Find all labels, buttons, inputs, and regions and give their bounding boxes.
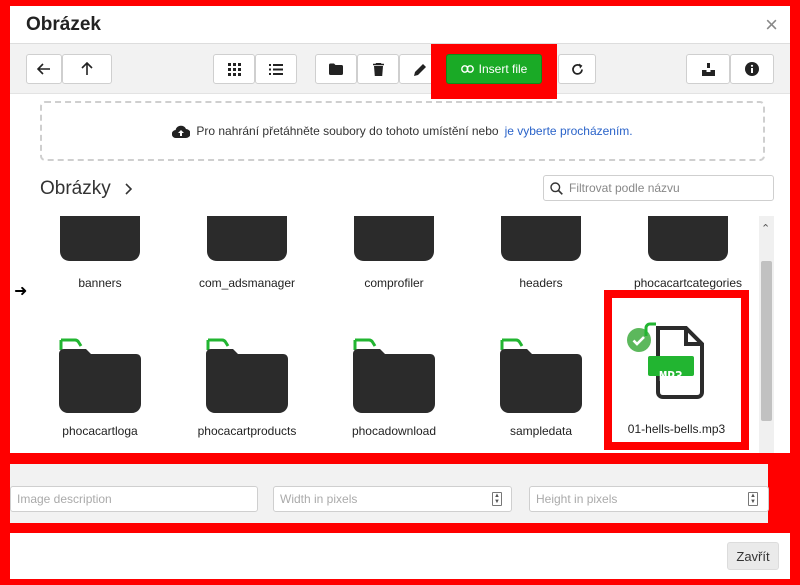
back-button[interactable] xyxy=(26,54,62,84)
folder-name: headers xyxy=(519,276,563,290)
scroll-up-icon[interactable]: ⌃ xyxy=(761,222,770,235)
breadcrumb-root[interactable]: Obrázky xyxy=(40,178,111,200)
chevron-right-icon xyxy=(125,183,132,195)
close-button[interactable]: Zavřít xyxy=(727,542,779,570)
folder-name: phocadownload xyxy=(351,424,437,438)
folder-icon xyxy=(353,338,435,413)
cloud-upload-icon xyxy=(172,125,191,138)
up-button[interactable] xyxy=(62,54,112,84)
upload-dropzone[interactable]: Pro nahrání přetáhněte soubory do tohoto… xyxy=(40,101,765,161)
list-icon xyxy=(269,63,283,75)
selected-highlight: MP3 01-hells-bells.mp3 xyxy=(604,290,749,450)
folder-icon xyxy=(500,338,582,413)
refresh-button[interactable] xyxy=(558,54,596,84)
folder-item[interactable]: phocacartproducts xyxy=(177,336,317,446)
grid-icon xyxy=(227,62,241,76)
folder-icon xyxy=(501,216,581,261)
dropzone-text: Pro nahrání přetáhněte soubory do tohoto… xyxy=(196,124,499,138)
folder-icon xyxy=(648,216,728,261)
filter-box xyxy=(543,175,774,201)
info-button[interactable] xyxy=(730,54,774,84)
scroll-thumb[interactable] xyxy=(761,261,772,421)
grid-view-button[interactable] xyxy=(213,54,255,84)
folder-icon xyxy=(60,216,140,261)
arrow-up-icon xyxy=(81,62,93,75)
folder-item[interactable]: sampledata xyxy=(471,336,611,446)
folder-item[interactable]: phocadownload xyxy=(324,336,464,446)
trash-icon xyxy=(372,62,384,76)
folder-icon xyxy=(354,216,434,261)
folder-name: phocacartproducts xyxy=(197,424,297,438)
insert-highlight: Insert file xyxy=(431,44,557,99)
browse-link[interactable]: je vyberte procházením. xyxy=(505,124,633,138)
link-icon xyxy=(460,65,474,73)
folder-icon xyxy=(329,63,343,75)
arrow-left-icon xyxy=(37,63,50,75)
image-description-input[interactable] xyxy=(10,486,258,512)
folder-name: banners xyxy=(78,276,122,290)
folder-item[interactable]: phocacartloga xyxy=(32,336,170,446)
height-spinner-icon[interactable]: ▲ ▼ xyxy=(748,492,758,506)
folder-name: com_adsmanager xyxy=(198,276,296,290)
breadcrumb: Obrázky xyxy=(40,178,132,200)
folder-name: comprofiler xyxy=(364,276,424,290)
file-name: 01-hells-bells.mp3 xyxy=(627,422,726,436)
insert-file-button[interactable]: Insert file xyxy=(446,54,542,84)
upload-icon xyxy=(701,62,715,76)
info-icon xyxy=(745,62,759,76)
arrow-right-icon: ➜ xyxy=(14,283,28,300)
grid-scrollbar[interactable]: ⌃ xyxy=(759,216,774,466)
upload-button[interactable] xyxy=(686,54,730,84)
image-fields-bar: ▲▼ ▲▼ xyxy=(10,464,769,523)
dialog-title: Obrázek xyxy=(26,14,101,35)
width-input[interactable] xyxy=(273,486,512,512)
insert-file-label: Insert file xyxy=(478,62,528,76)
folder-icon xyxy=(207,216,287,261)
folder-icon xyxy=(59,338,141,413)
list-view-button[interactable] xyxy=(255,54,297,84)
mp3-file-icon xyxy=(644,322,704,399)
folder-item[interactable]: banners xyxy=(32,216,170,290)
folder-item[interactable]: comprofiler xyxy=(324,216,464,290)
folder-item[interactable]: com_adsmanager xyxy=(177,216,317,290)
height-input[interactable] xyxy=(529,486,769,512)
delete-button[interactable] xyxy=(357,54,399,84)
folder-name: sampledata xyxy=(509,424,573,438)
dialog-header: Obrázek × xyxy=(10,6,790,44)
file-item-selected[interactable]: MP3 01-hells-bells.mp3 xyxy=(612,298,741,442)
refresh-icon xyxy=(571,63,583,75)
folder-name: phocacartloga xyxy=(62,424,138,438)
folder-item[interactable]: headers xyxy=(471,216,611,290)
width-spinner-icon[interactable]: ▲ ▼ xyxy=(492,492,502,506)
file-badge: MP3 xyxy=(659,370,683,385)
new-folder-button[interactable] xyxy=(315,54,357,84)
pencil-icon xyxy=(413,63,426,76)
folder-item[interactable]: phocacartcategories xyxy=(618,216,758,290)
fields-highlight: ▲▼ ▲▼ xyxy=(0,453,800,533)
folder-icon xyxy=(206,338,288,413)
toolbar: Insert file xyxy=(10,44,790,99)
folder-name: phocacartcategories xyxy=(633,276,743,290)
close-icon[interactable]: × xyxy=(765,12,778,38)
filter-input[interactable] xyxy=(569,181,759,195)
search-icon xyxy=(550,181,563,195)
